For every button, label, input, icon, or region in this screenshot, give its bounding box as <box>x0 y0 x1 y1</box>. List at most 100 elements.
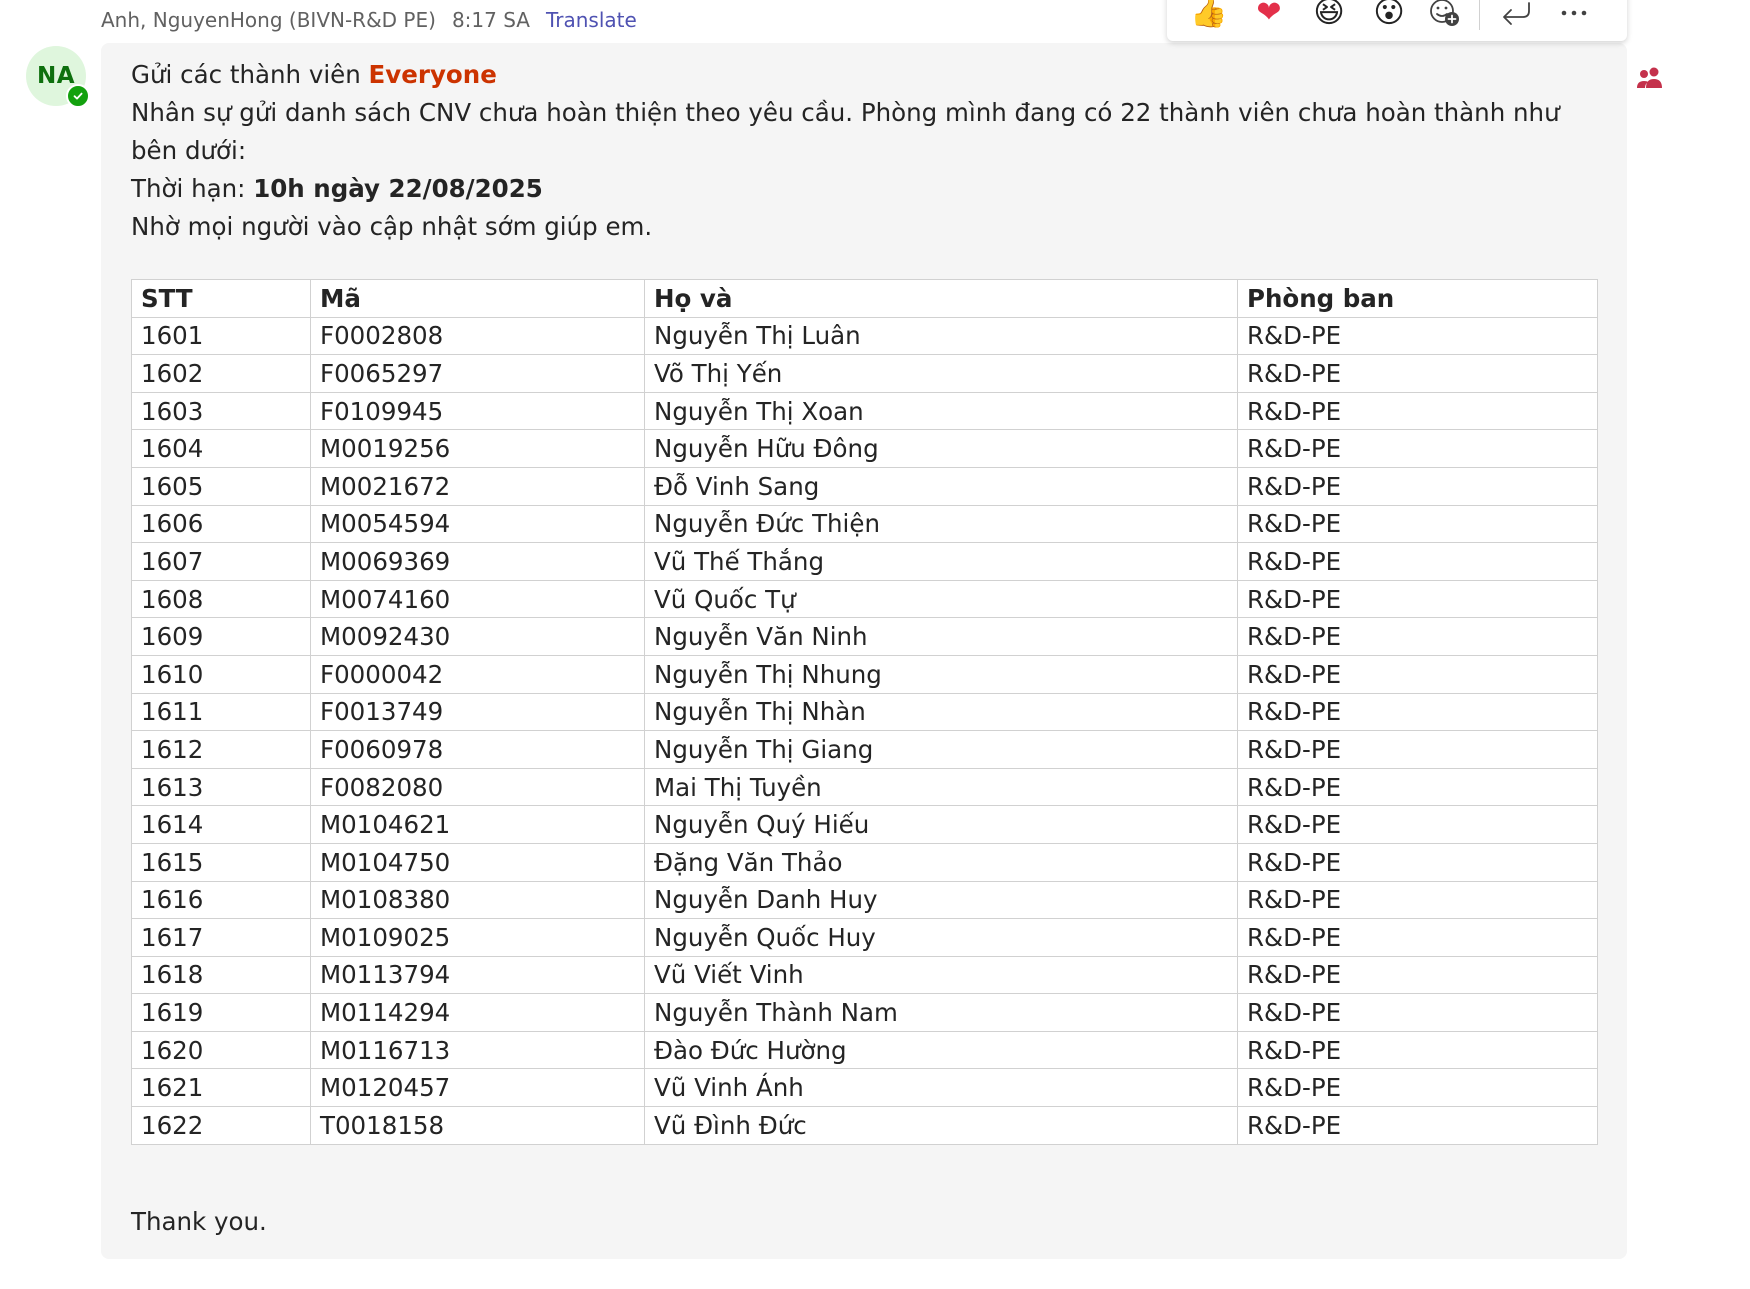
add-reaction-icon[interactable] <box>1423 0 1467 33</box>
cell-phong-ban: R&D-PE <box>1237 316 1598 356</box>
cell-ho-va: Nguyễn Quý Hiếu <box>644 805 1238 844</box>
table-row: 1609 M0092430 Nguyễn Văn Ninh R&D-PE <box>131 617 1598 656</box>
cell-phong-ban: R&D-PE <box>1237 918 1598 957</box>
cell-ma: M0109025 <box>310 918 645 957</box>
surprised-reaction-icon[interactable]: 😮 <box>1369 0 1409 33</box>
cell-ma: M0069369 <box>310 542 645 581</box>
cell-phong-ban: R&D-PE <box>1237 1030 1598 1070</box>
cell-ho-va: Mai Thị Tuyền <box>644 767 1238 807</box>
reply-icon[interactable] <box>1494 0 1538 33</box>
header-ma: Mã <box>310 279 645 318</box>
closing-text: Thank you. <box>131 1207 267 1236</box>
heart-reaction-icon[interactable]: ❤ <box>1249 0 1289 33</box>
more-options-icon[interactable] <box>1552 0 1596 33</box>
cell-ma: F0109945 <box>310 391 645 431</box>
header-stt: STT <box>131 279 311 318</box>
cell-stt: 1605 <box>131 466 311 506</box>
cell-ma: T0018158 <box>310 1106 645 1145</box>
cell-ho-va: Vũ Viết Vinh <box>644 955 1238 995</box>
cell-phong-ban: R&D-PE <box>1237 466 1598 506</box>
cell-stt: 1613 <box>131 767 311 807</box>
table-row: 1607 M0069369 Vũ Thế Thắng R&D-PE <box>131 542 1598 581</box>
cell-ho-va: Nguyễn Hữu Đông <box>644 429 1238 468</box>
cell-phong-ban: R&D-PE <box>1237 579 1598 619</box>
cell-ho-va: Nguyễn Đức Thiện <box>644 504 1238 544</box>
cell-stt: 1612 <box>131 730 311 769</box>
cell-stt: 1620 <box>131 1030 311 1070</box>
cell-phong-ban: R&D-PE <box>1237 842 1598 882</box>
cell-ho-va: Đào Đức Hường <box>644 1030 1238 1070</box>
cell-ho-va: Nguyễn Thị Luân <box>644 316 1238 356</box>
cell-stt: 1607 <box>131 542 311 581</box>
cell-phong-ban: R&D-PE <box>1237 391 1598 431</box>
cell-phong-ban: R&D-PE <box>1237 429 1598 468</box>
cell-ma: F0082080 <box>310 767 645 807</box>
cell-ma: M0104750 <box>310 842 645 882</box>
avatar[interactable]: NA <box>26 46 90 108</box>
message-time: 8:17 SA <box>451 8 530 32</box>
table-row: 1613 F0082080 Mai Thị Tuyền R&D-PE <box>131 767 1598 807</box>
table-row: 1618 M0113794 Vũ Viết Vinh R&D-PE <box>131 955 1598 995</box>
table-row: 1612 F0060978 Nguyễn Thị Giang R&D-PE <box>131 730 1598 769</box>
cell-ho-va: Vũ Đình Đức <box>644 1106 1238 1145</box>
employee-table: STT Mã Họ và Phòng ban 1601 F0002808 Nguyễ… <box>131 279 1598 1145</box>
table-row: 1606 M0054594 Nguyễn Đức Thiện R&D-PE <box>131 504 1598 544</box>
request-line: Nhờ mọi người vào cập nhật sớm giúp em. <box>131 212 653 241</box>
cell-ma: M0104621 <box>310 805 645 844</box>
table-row: 1622 T0018158 Vũ Đình Đức R&D-PE <box>131 1106 1598 1145</box>
cell-ho-va: Nguyễn Quốc Huy <box>644 918 1238 957</box>
cell-ma: M0108380 <box>310 880 645 920</box>
cell-stt: 1618 <box>131 955 311 995</box>
everyone-mention[interactable]: Everyone <box>369 60 497 89</box>
cell-stt: 1610 <box>131 654 311 694</box>
header-ho-va: Họ và <box>644 279 1238 318</box>
chat-page: Anh, NguyenHong (BIVN-R&D PE) 8:17 SA Tr… <box>0 0 1750 1289</box>
table-header-row: STT Mã Họ và Phòng ban <box>131 279 1598 318</box>
table-row: 1614 M0104621 Nguyễn Quý Hiếu R&D-PE <box>131 805 1598 844</box>
cell-stt: 1611 <box>131 692 311 732</box>
table-row: 1604 M0019256 Nguyễn Hữu Đông R&D-PE <box>131 429 1598 468</box>
cell-ma: F0002808 <box>310 316 645 356</box>
cell-phong-ban: R&D-PE <box>1237 1068 1598 1108</box>
message-body: Gửi các thành viên Everyone Nhân sự gửi … <box>131 56 1591 246</box>
laugh-reaction-icon[interactable]: 😆 <box>1309 0 1349 33</box>
avatar-initials: NA <box>36 63 76 89</box>
deadline-value: 10h ngày 22/08/2025 <box>253 174 543 203</box>
cell-phong-ban: R&D-PE <box>1237 805 1598 844</box>
cell-phong-ban: R&D-PE <box>1237 767 1598 807</box>
cell-ho-va: Nguyễn Thị Giang <box>644 730 1238 769</box>
cell-ho-va: Nguyễn Thị Nhàn <box>644 692 1238 732</box>
cell-ma: M0116713 <box>310 1030 645 1070</box>
greeting-prefix: Gửi các thành viên <box>131 60 361 89</box>
cell-ma: M0120457 <box>310 1068 645 1108</box>
table-body: 1601 F0002808 Nguyễn Thị Luân R&D-PE 1602 F00… <box>131 316 1598 1145</box>
reaction-toolbar: 👍 ❤ 😆 😮 <box>1167 0 1627 41</box>
cell-stt: 1621 <box>131 1068 311 1108</box>
table-row: 1602 F0065297 Võ Thị Yến R&D-PE <box>131 354 1598 393</box>
cell-ma: F0013749 <box>310 692 645 732</box>
table-row: 1617 M0109025 Nguyễn Quốc Huy R&D-PE <box>131 918 1598 957</box>
cell-stt: 1615 <box>131 842 311 882</box>
cell-stt: 1614 <box>131 805 311 844</box>
table-row: 1611 F0013749 Nguyễn Thị Nhàn R&D-PE <box>131 692 1598 732</box>
cell-phong-ban: R&D-PE <box>1237 1106 1598 1145</box>
cell-ma: M0054594 <box>310 504 645 544</box>
like-reaction-icon[interactable]: 👍 <box>1189 0 1229 33</box>
table-row: 1603 F0109945 Nguyễn Thị Xoan R&D-PE <box>131 391 1598 431</box>
cell-phong-ban: R&D-PE <box>1237 993 1598 1032</box>
sender-name[interactable]: Anh, NguyenHong (BIVN-R&D PE) <box>101 8 436 32</box>
cell-ho-va: Vũ Thế Thắng <box>644 542 1238 581</box>
cell-phong-ban: R&D-PE <box>1237 617 1598 656</box>
table-row: 1601 F0002808 Nguyễn Thị Luân R&D-PE <box>131 316 1598 356</box>
cell-phong-ban: R&D-PE <box>1237 692 1598 732</box>
cell-phong-ban: R&D-PE <box>1237 354 1598 393</box>
cell-ho-va: Nguyễn Thành Nam <box>644 993 1238 1032</box>
cell-stt: 1619 <box>131 993 311 1032</box>
cell-stt: 1616 <box>131 880 311 920</box>
table-row: 1620 M0116713 Đào Đức Hường R&D-PE <box>131 1030 1598 1070</box>
cell-ho-va: Nguyễn Thị Nhung <box>644 654 1238 694</box>
cell-stt: 1603 <box>131 391 311 431</box>
translate-link[interactable]: Translate <box>546 8 637 32</box>
cell-ma: F0065297 <box>310 354 645 393</box>
cell-ho-va: Đỗ Vinh Sang <box>644 466 1238 506</box>
